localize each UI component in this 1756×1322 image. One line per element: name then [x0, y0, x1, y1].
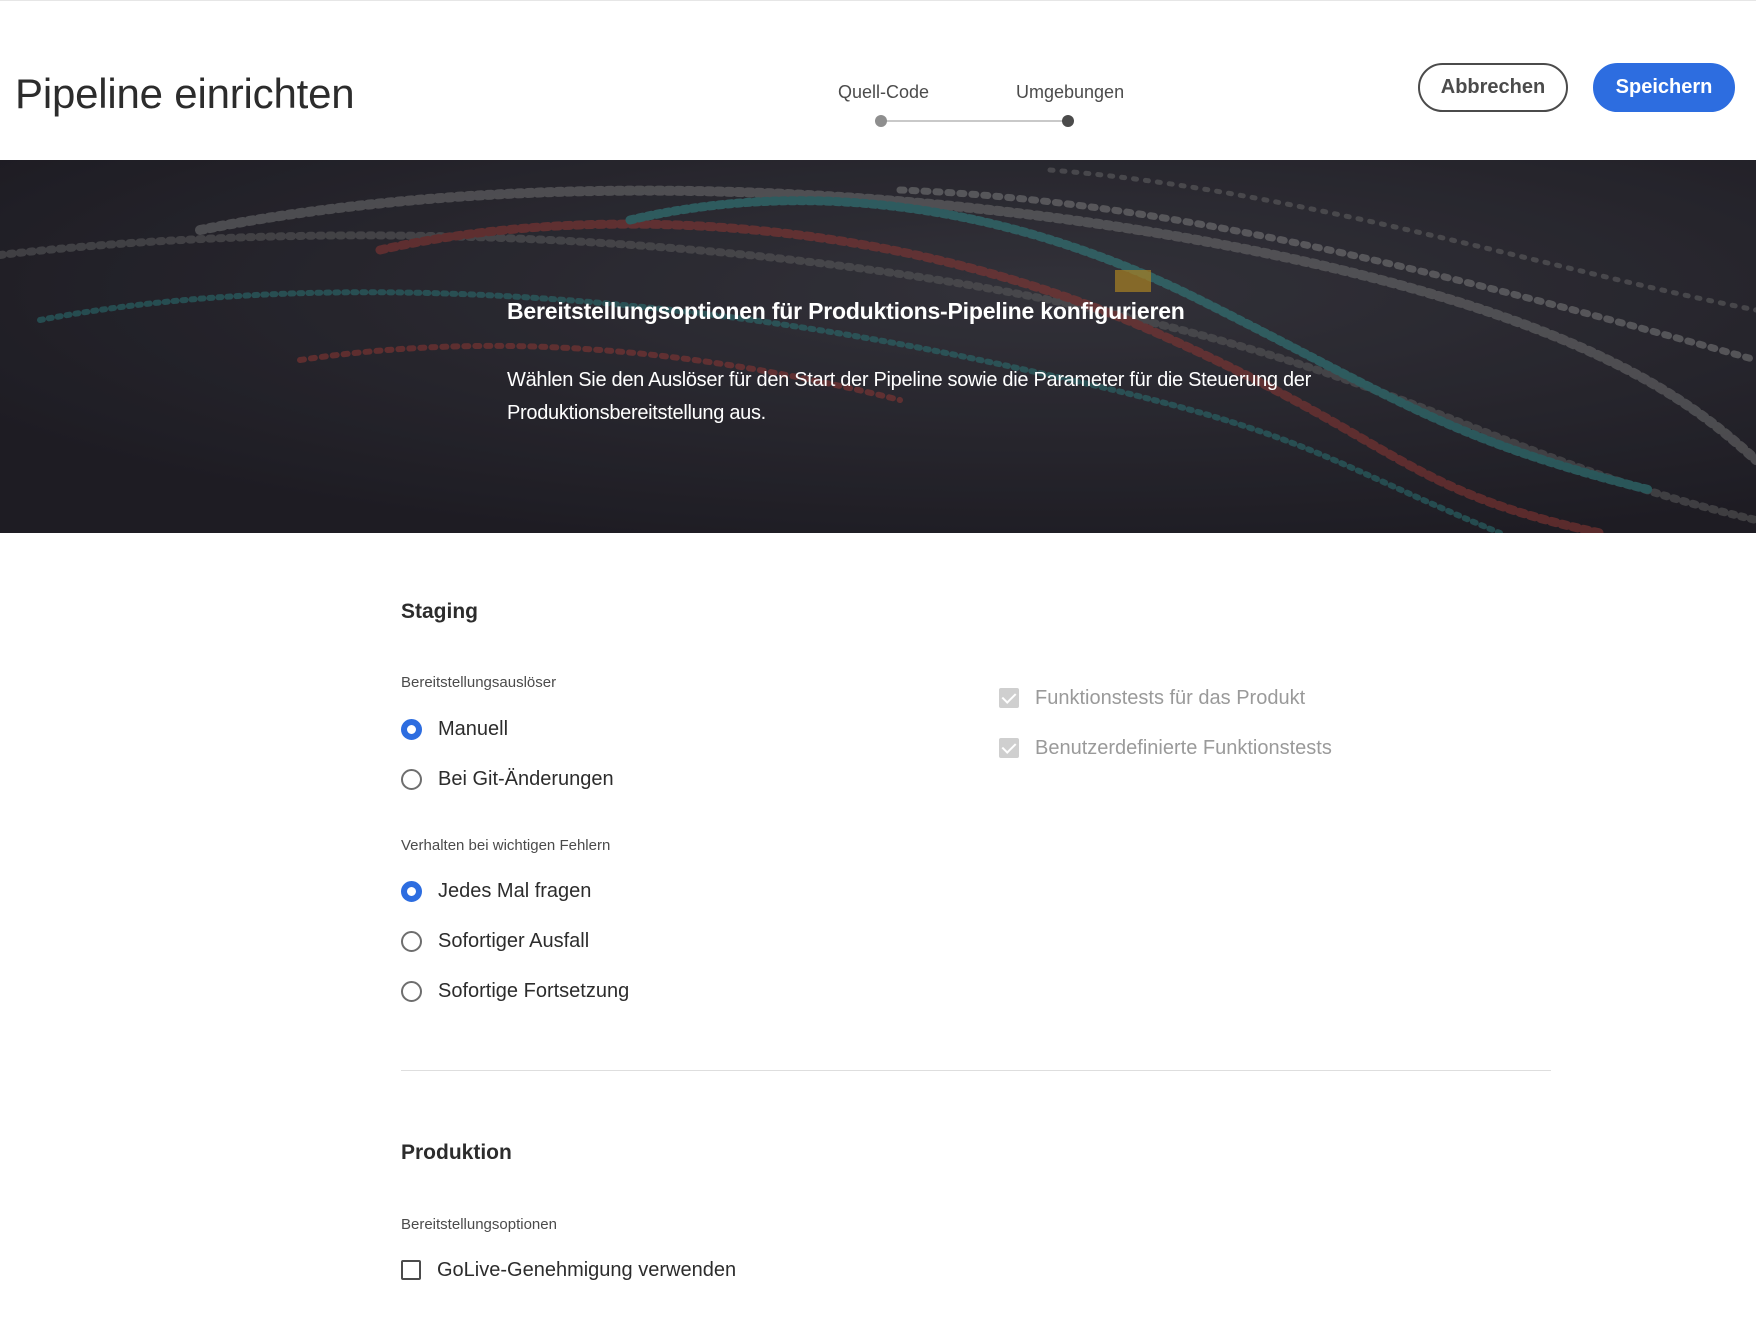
- section-divider: [401, 1070, 1551, 1071]
- deployment-trigger-label: Bereitstellungsauslöser: [401, 674, 557, 691]
- checkbox-checked-disabled: [999, 688, 1019, 708]
- radio-failure-fail-immediately[interactable]: Sofortiger Ausfall: [401, 926, 589, 956]
- hero-title: Bereitstellungsoptionen für Produktions-…: [507, 298, 1185, 324]
- radio-button[interactable]: [401, 980, 422, 1002]
- step-label-source-code: Quell-Code: [838, 82, 930, 102]
- radio-button[interactable]: [401, 768, 422, 790]
- cancel-button[interactable]: Abbrechen: [1418, 63, 1568, 112]
- step-label-environments: Umgebungen: [1016, 82, 1125, 102]
- top-divider: [0, 0, 1756, 1]
- radio-failure-ask-every-time[interactable]: Jedes Mal fragen: [401, 876, 591, 906]
- step-marker-source-code[interactable]: [875, 115, 887, 127]
- radio-label: Manuell: [438, 717, 509, 740]
- checkbox-checked-disabled: [999, 738, 1019, 758]
- save-button[interactable]: Speichern: [1593, 63, 1735, 112]
- staging-section-title: Staging: [401, 600, 478, 623]
- hero-banner: Bereitstellungsoptionen für Produktions-…: [0, 160, 1756, 533]
- wizard-stepper: Quell-Code Umgebungen: [820, 82, 1140, 132]
- checkbox[interactable]: [401, 1260, 421, 1280]
- checkbox-golive-approval[interactable]: GoLive-Genehmigung verwenden: [401, 1255, 736, 1285]
- radio-button-checked[interactable]: [401, 718, 422, 740]
- step-track: [881, 120, 1068, 122]
- step-marker-environments[interactable]: [1062, 115, 1074, 127]
- radio-label: Bei Git-Änderungen: [438, 767, 614, 790]
- deployment-options-label: Bereitstellungsoptionen: [401, 1216, 557, 1233]
- hero-background-graphic: [0, 160, 1756, 533]
- checkbox-label: Funktionstests für das Produkt: [1035, 686, 1306, 709]
- radio-button-checked[interactable]: [401, 880, 422, 902]
- page-title: Pipeline einrichten: [15, 70, 355, 117]
- checkbox-custom-functional-tests: Benutzerdefinierte Funktionstests: [999, 733, 1332, 763]
- radio-label: Sofortiger Ausfall: [438, 929, 590, 952]
- checkbox-label: Benutzerdefinierte Funktionstests: [1035, 736, 1332, 759]
- radio-button[interactable]: [401, 930, 422, 952]
- radio-label: Sofortige Fortsetzung: [438, 979, 630, 1002]
- radio-failure-continue-immediately[interactable]: Sofortige Fortsetzung: [401, 976, 629, 1006]
- header-bar: Pipeline einrichten Quell-Code Umgebunge…: [0, 0, 1756, 160]
- important-failure-behavior-label: Verhalten bei wichtigen Fehlern: [401, 837, 611, 854]
- checkbox-label: GoLive-Genehmigung verwenden: [437, 1258, 737, 1281]
- hero-description: Wählen Sie den Auslöser für den Start de…: [507, 369, 1311, 424]
- radio-label: Jedes Mal fragen: [438, 879, 592, 902]
- radio-trigger-manual[interactable]: Manuell: [401, 714, 508, 744]
- production-section-title: Produktion: [401, 1141, 512, 1164]
- checkbox-product-functional-tests: Funktionstests für das Produkt: [999, 683, 1305, 713]
- radio-trigger-git-changes[interactable]: Bei Git-Änderungen: [401, 764, 614, 794]
